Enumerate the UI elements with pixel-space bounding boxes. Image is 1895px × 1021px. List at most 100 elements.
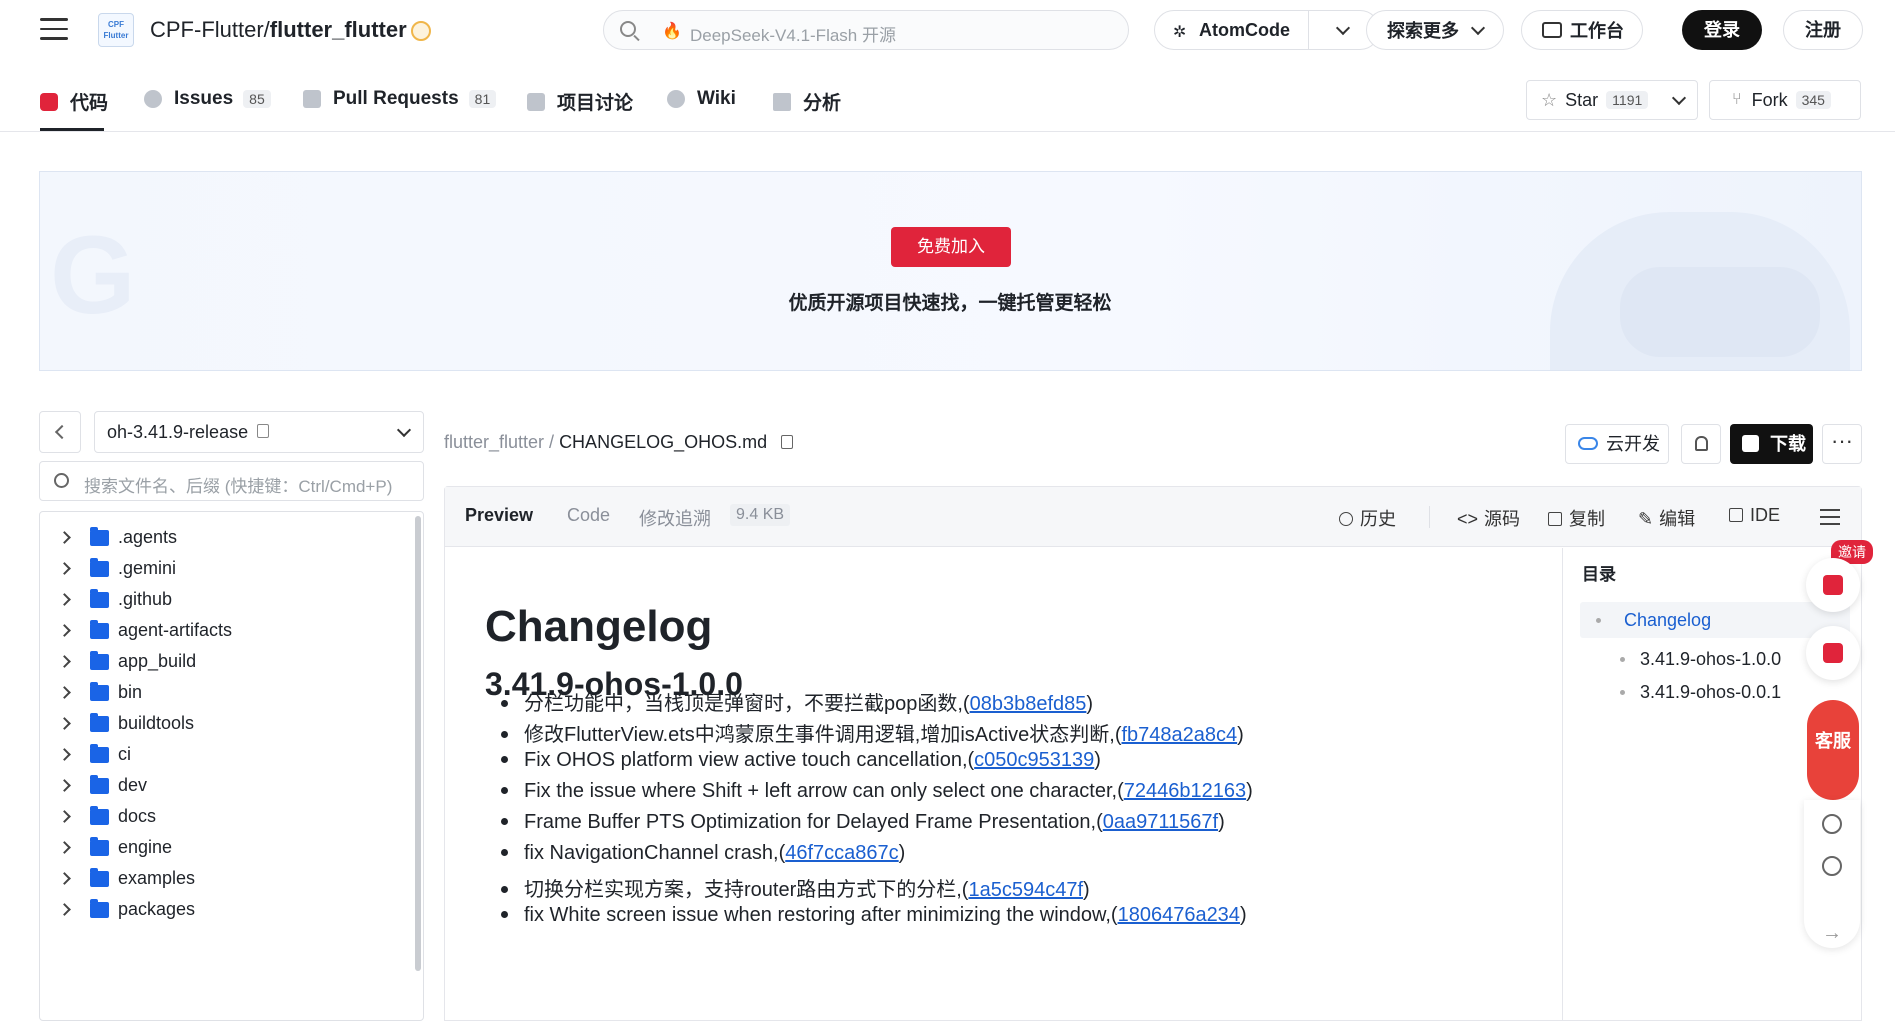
file-search-input[interactable]: 搜索文件名、后缀 (快捷键：Ctrl/Cmd+P) (39, 461, 424, 501)
login-button[interactable]: 登录 (1682, 10, 1762, 50)
chevron-right-icon[interactable] (58, 872, 71, 885)
clock-icon (1339, 512, 1353, 526)
ide-button[interactable]: IDE (1729, 505, 1780, 526)
commit-link[interactable]: fb748a2a8c4 (1121, 724, 1237, 746)
folder-icon (90, 713, 109, 732)
atomcode-button[interactable]: ✲ AtomCode (1154, 10, 1380, 50)
chevron-right-icon[interactable] (58, 593, 71, 606)
chevron-right-icon[interactable] (58, 562, 71, 575)
cloud-dev-button[interactable]: 云开发 (1565, 424, 1669, 464)
chevron-right-icon[interactable] (58, 717, 71, 730)
commit-link[interactable]: 72446b12163 (1124, 780, 1246, 802)
workbench-button[interactable]: 工作台 (1521, 10, 1643, 50)
changelog-text: 分栏功能中，当栈顶是弹窗时，不要拦截pop函数,( (524, 693, 970, 715)
notification-button[interactable] (1681, 424, 1721, 464)
tree-folder[interactable]: packages (40, 895, 410, 925)
chevron-right-icon[interactable] (58, 810, 71, 823)
chevron-right-icon[interactable] (58, 655, 71, 668)
copy-icon[interactable] (257, 424, 269, 438)
global-search-input[interactable]: 🔥 DeepSeek-V4.1-Flash 开源 (603, 10, 1129, 50)
chevron-right-icon[interactable] (58, 841, 71, 854)
pr-count: 81 (468, 90, 497, 108)
tab-code[interactable]: 代码 (40, 88, 108, 115)
history-button[interactable]: 历史 (1339, 505, 1396, 531)
chevron-down-icon[interactable] (1335, 20, 1351, 36)
tree-folder[interactable]: agent-artifacts (40, 616, 410, 646)
fork-label: Fork (1751, 89, 1788, 110)
refresh-icon[interactable] (1822, 814, 1842, 834)
tab-blame[interactable]: 修改追溯 (639, 505, 711, 531)
chevron-right-icon[interactable] (58, 686, 71, 699)
tree-scrollbar[interactable] (415, 516, 421, 971)
repo-name[interactable]: flutter_flutter (270, 17, 407, 42)
chevron-right-icon[interactable] (58, 779, 71, 792)
edit-button[interactable]: ✎ 编辑 (1638, 505, 1695, 531)
toc-toggle-icon[interactable] (1820, 509, 1840, 530)
tab-discussions[interactable]: 项目讨论 (527, 88, 633, 115)
tree-folder[interactable]: ci (40, 740, 410, 770)
changelog-tail: ) (898, 842, 906, 864)
tree-folder[interactable]: bin (40, 678, 410, 708)
tab-label: 代码 (70, 93, 109, 114)
chevron-right-icon[interactable] (58, 748, 71, 761)
customer-service-button[interactable]: 客服 (1807, 700, 1859, 800)
chevron-right-icon[interactable] (58, 531, 71, 544)
chevron-right-icon[interactable] (58, 624, 71, 637)
tab-analytics[interactable]: 分析 (773, 88, 841, 115)
download-button[interactable]: 下载 (1730, 424, 1813, 464)
commit-link[interactable]: 46f7cca867c (785, 842, 898, 864)
tree-folder[interactable]: .github (40, 585, 410, 615)
tree-folder[interactable]: dev (40, 771, 410, 801)
repo-owner[interactable]: CPF-Flutter/ (150, 17, 270, 42)
commit-link[interactable]: 08b3b8efd85 (970, 693, 1087, 715)
breadcrumb-repo-link[interactable]: flutter_flutter (444, 432, 544, 452)
folder-name: .agents (118, 527, 178, 547)
tree-folder[interactable]: app_build (40, 647, 410, 677)
file-search-placeholder: 搜索文件名、后缀 (快捷键：Ctrl/Cmd+P) (84, 477, 393, 496)
register-button[interactable]: 注册 (1783, 10, 1863, 50)
copy-button[interactable]: 复制 (1548, 505, 1605, 531)
tab-code-view[interactable]: Code (567, 505, 610, 526)
chevron-down-icon[interactable] (1671, 90, 1687, 106)
tab-issues[interactable]: Issues 85 (144, 88, 271, 110)
org-logo[interactable]: CPF Flutter (98, 13, 134, 47)
more-options-button[interactable]: ··· (1822, 424, 1862, 464)
commit-link[interactable]: 1a5c594c47f (968, 879, 1083, 901)
commit-link[interactable]: 0aa9711567f (1103, 811, 1218, 833)
branch-selector[interactable]: oh-3.41.9-release (94, 411, 424, 453)
tree-folder[interactable]: docs (40, 802, 410, 832)
pencil-icon: ✎ (1638, 509, 1654, 529)
fork-button[interactable]: ⑂ Fork 345 (1709, 80, 1861, 120)
tab-wiki[interactable]: Wiki (667, 88, 736, 110)
copy-icon (1548, 512, 1562, 526)
chart-icon (773, 92, 791, 111)
menu-icon[interactable] (40, 18, 68, 42)
issue-icon (144, 90, 162, 108)
collapse-sidebar-button[interactable] (39, 411, 81, 453)
breadcrumb-separator: / (544, 432, 560, 452)
tab-pull-requests[interactable]: Pull Requests 81 (303, 88, 497, 110)
tree-folder[interactable]: .agents (40, 523, 410, 553)
copy-icon[interactable] (781, 435, 794, 449)
tab-preview[interactable]: Preview (465, 505, 533, 526)
repo-title[interactable]: CPF-Flutter/flutter_flutter (150, 17, 407, 43)
explore-more-button[interactable]: 探索更多 (1366, 10, 1504, 50)
gift-button[interactable] (1806, 558, 1860, 612)
trophy-button[interactable] (1806, 626, 1860, 680)
chevron-right-icon[interactable] (58, 903, 71, 916)
tree-folder[interactable]: .gemini (40, 554, 410, 584)
tab-label: 项目讨论 (557, 93, 634, 114)
star-button[interactable]: ☆ Star 1191 (1526, 80, 1698, 120)
commit-link[interactable]: c050c953139 (974, 749, 1094, 771)
tree-folder[interactable]: examples (40, 864, 410, 894)
join-free-button[interactable]: 免费加入 (891, 227, 1011, 267)
commit-link[interactable]: 1806476a234 (1118, 904, 1240, 926)
source-button[interactable]: <> 源码 (1457, 505, 1520, 531)
download-label: 下载 (1770, 434, 1806, 454)
changelog-item: Frame Buffer PTS Optimization for Delaye… (485, 811, 1225, 834)
tree-folder[interactable]: buildtools (40, 709, 410, 739)
smiley-icon[interactable] (1822, 856, 1842, 876)
changelog-text: 切换分栏实现方案，支持router路由方式下的分栏,( (524, 879, 969, 901)
arrow-right-icon[interactable]: → (1822, 922, 1842, 945)
tree-folder[interactable]: engine (40, 833, 410, 863)
